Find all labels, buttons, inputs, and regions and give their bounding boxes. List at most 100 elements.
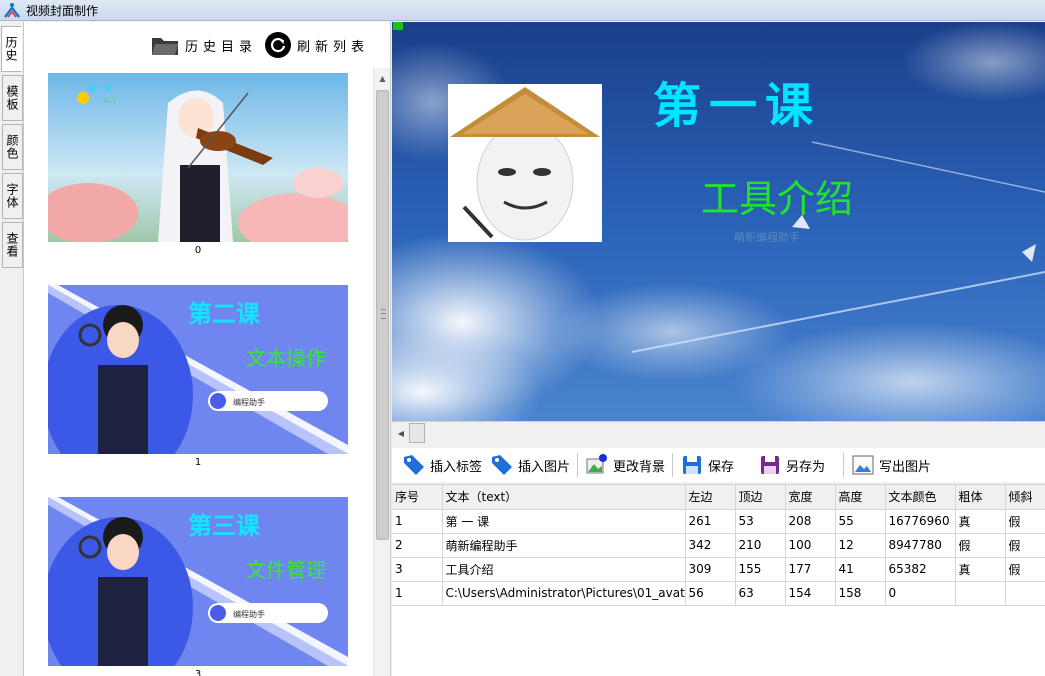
preview-horizontal-scrollbar[interactable]: ◀	[392, 421, 1045, 443]
table-cell[interactable]	[1005, 581, 1045, 606]
scroll-up-icon[interactable]: ▲	[374, 70, 390, 87]
tab-font[interactable]: 字体	[2, 173, 23, 219]
refresh-list-label: 刷新列表	[296, 39, 369, 55]
tag-icon	[404, 455, 424, 475]
action-toolbar: 插入标签 插入图片 更改背景 保存 另存为 写出图片	[392, 448, 1045, 482]
save-as-icon	[761, 456, 780, 474]
table-cell[interactable]: 真	[955, 509, 1006, 534]
table-cell[interactable]: 63	[735, 581, 786, 606]
export-image-icon	[852, 455, 874, 475]
save-as-button[interactable]: 另存为	[754, 450, 840, 480]
column-header[interactable]: 高度	[835, 485, 886, 510]
preview-title[interactable]: 第一课	[653, 78, 821, 134]
thumbnail-caption: 0	[194, 245, 202, 256]
insert-image-button[interactable]: 插入图片	[486, 450, 574, 480]
table-cell[interactable]: 155	[735, 557, 786, 582]
thumbnail-caption: 1	[194, 457, 202, 468]
column-header[interactable]: 左边	[685, 485, 736, 510]
table-cell[interactable]: 工具介绍	[442, 557, 686, 582]
table-cell[interactable]: 8947780	[885, 533, 956, 558]
table-cell[interactable]: 158	[835, 581, 886, 606]
insert-label-button[interactable]: 插入标签	[398, 450, 486, 480]
history-vertical-scrollbar[interactable]: ▲	[373, 68, 390, 676]
table-cell[interactable]: 100	[785, 533, 836, 558]
table-cell[interactable]: 208	[785, 509, 836, 534]
history-thumbnail-list: 第一课 入门 0 第二课 文本操作 编程助手 1 第三课 文件管理 编程助手 3	[24, 68, 373, 676]
change-background-button[interactable]: 更改背景	[581, 450, 669, 480]
table-cell[interactable]: 假	[1005, 509, 1045, 534]
preview-small-text[interactable]: 萌新编程助手	[734, 230, 800, 244]
tab-template[interactable]: 模板	[2, 75, 23, 121]
thumb-title: 第三课	[188, 512, 261, 540]
table-cell[interactable]: 第 一 课	[442, 509, 686, 534]
table-cell[interactable]: 55	[835, 509, 886, 534]
table-cell[interactable]: C:\Users\Administrator\Pictures\01_avata	[442, 581, 686, 606]
column-header[interactable]: 宽度	[785, 485, 836, 510]
image-icon	[586, 454, 608, 474]
preview-subtitle[interactable]: 工具介绍	[701, 177, 853, 221]
scrollbar-thumb[interactable]	[376, 90, 389, 540]
table-cell[interactable]	[955, 581, 1006, 606]
table-cell[interactable]: 56	[685, 581, 736, 606]
thumb-title: 第二课	[188, 300, 261, 328]
table-row[interactable]: 2 萌新编程助手 342 210 100 12 8947780 假 假	[392, 533, 1045, 558]
history-thumbnail[interactable]: 第二课 文本操作 编程助手	[48, 285, 348, 454]
tab-color[interactable]: 颜色	[2, 124, 23, 170]
table-cell[interactable]: 1	[392, 509, 443, 534]
table-cell[interactable]: 210	[735, 533, 786, 558]
table-cell[interactable]: 假	[1005, 533, 1045, 558]
thumb-subtitle: 文本操作	[246, 346, 326, 370]
column-header[interactable]: 粗体	[955, 485, 1006, 510]
violin-girl-cover-image: 第一课 入门	[48, 73, 348, 242]
refresh-list-button[interactable]: 刷新列表	[264, 32, 369, 58]
element-table: 序号 文本（text） 左边 顶边 宽度 高度 文本颜色 粗体 倾斜 1 第 一…	[392, 484, 1045, 676]
table-cell[interactable]: 2	[392, 533, 443, 558]
folder-icon	[151, 38, 178, 55]
history-toolbar: 历史目录 刷新列表	[24, 22, 390, 68]
tab-history[interactable]: 历史	[1, 26, 22, 72]
table-cell[interactable]: 假	[1005, 557, 1045, 582]
history-dir-button[interactable]: 历史目录	[151, 34, 257, 56]
table-cell[interactable]: 65382	[885, 557, 956, 582]
table-cell[interactable]: 真	[955, 557, 1006, 582]
lesson-cover-image: 第三课 文件管理 编程助手	[48, 497, 348, 666]
scrollbar-thumb[interactable]	[409, 423, 425, 443]
thumb-brand: 编程助手	[233, 397, 265, 407]
column-header[interactable]: 文本（text）	[442, 485, 686, 510]
table-cell[interactable]: 53	[735, 509, 786, 534]
table-cell[interactable]: 16776960	[885, 509, 956, 534]
title-bar: 视频封面制作	[0, 0, 1045, 21]
column-header[interactable]: 文本颜色	[885, 485, 956, 510]
export-image-button[interactable]: 写出图片	[847, 450, 935, 480]
column-header[interactable]: 序号	[392, 485, 443, 510]
history-thumbnail[interactable]: 第三课 文件管理 编程助手	[48, 497, 348, 666]
table-row[interactable]: 1 第 一 课 261 53 208 55 16776960 真 假	[392, 509, 1045, 534]
table-cell[interactable]: 12	[835, 533, 886, 558]
table-row[interactable]: 3 工具介绍 309 155 177 41 65382 真 假	[392, 557, 1045, 582]
tab-view[interactable]: 查看	[2, 222, 23, 268]
history-panel: 历史目录 刷新列表 第一课 入门 0 第二课 文本操作 编程助手 1 第三课 文…	[24, 22, 391, 676]
table-cell[interactable]: 177	[785, 557, 836, 582]
column-header[interactable]: 顶边	[735, 485, 786, 510]
cover-preview-canvas[interactable]: 第一课 工具介绍 萌新编程助手	[392, 22, 1045, 421]
table-cell[interactable]: 1	[392, 581, 443, 606]
table-cell[interactable]: 342	[685, 533, 736, 558]
save-icon	[683, 456, 702, 474]
table-cell[interactable]: 41	[835, 557, 886, 582]
table-cell[interactable]: 假	[955, 533, 1006, 558]
table-cell[interactable]: 3	[392, 557, 443, 582]
lesson-cover-image: 第二课 文本操作 编程助手	[48, 285, 348, 454]
table-cell[interactable]: 154	[785, 581, 836, 606]
selection-handle[interactable]	[393, 22, 403, 30]
scroll-left-icon[interactable]: ◀	[394, 425, 408, 441]
history-thumbnail[interactable]: 第一课 入门	[48, 73, 348, 242]
table-cell[interactable]: 0	[885, 581, 956, 606]
table-row[interactable]: 1 C:\Users\Administrator\Pictures\01_ava…	[392, 581, 1045, 606]
table-cell[interactable]: 261	[685, 509, 736, 534]
table-cell[interactable]: 309	[685, 557, 736, 582]
thumb-subtitle: 入门	[103, 97, 115, 105]
column-header[interactable]: 倾斜	[1005, 485, 1045, 510]
toolbar-separator	[577, 453, 579, 477]
save-button[interactable]: 保存	[676, 450, 754, 480]
table-cell[interactable]: 萌新编程助手	[442, 533, 686, 558]
